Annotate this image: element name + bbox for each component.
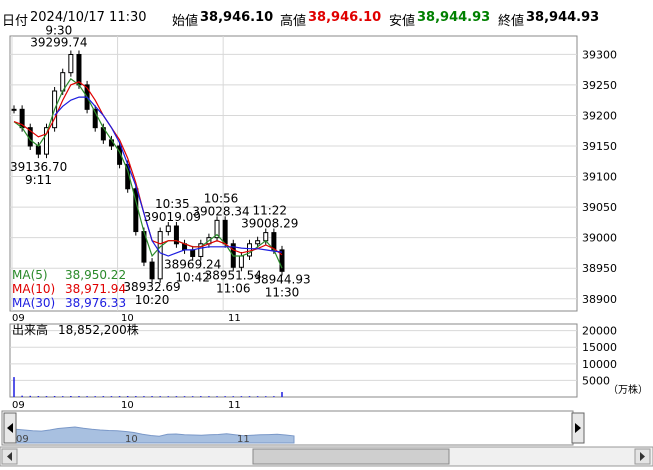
candle-body (247, 243, 253, 257)
y-tick-label: 39250 (582, 79, 617, 92)
annotation-time: 11:30 (265, 285, 300, 299)
volume-unit: （万株） (608, 383, 648, 396)
candle-body (263, 232, 269, 242)
x-tick-label: 09 (12, 400, 25, 411)
y-tick-label: 10000 (582, 358, 617, 371)
candle-body (76, 53, 82, 86)
x-tick-label: 11 (228, 400, 241, 411)
x-tick-label: 09 (16, 434, 29, 445)
candle-body (35, 145, 41, 155)
y-tick-label: 5000 (582, 374, 610, 387)
legend-value: 38,976.33 (65, 296, 126, 310)
chart-canvas: 39300 39250 39200 39150 39100 39050 39000 38950… (0, 23, 653, 467)
annotation-time: 10:35 (155, 197, 190, 211)
legend-value: 38,950.22 (65, 268, 126, 282)
annotation-time: 10:20 (135, 293, 170, 307)
volume-x-axis: 09 10 11 (12, 400, 241, 411)
price-y-axis: 39300 39250 39200 39150 39100 39050 39000 38950… (582, 48, 617, 305)
scroll-thumb[interactable] (252, 448, 450, 465)
y-tick-label: 39300 (582, 48, 617, 61)
legend-value: 38,971.94 (65, 282, 126, 296)
y-tick-label: 20000 (582, 325, 617, 338)
candle-body (165, 225, 171, 233)
y-tick-label: 15000 (582, 341, 617, 354)
x-tick-label: 10 (121, 400, 134, 411)
candle-body (190, 249, 196, 257)
ma-legend: MA(5) 38,950.22 MA(10) 38,971.94 MA(30) 38,97… (12, 268, 126, 310)
candle-body (222, 219, 228, 245)
volume-title: 出来高 (12, 322, 48, 337)
candle-body (238, 255, 244, 268)
annotation-time: 10:56 (204, 191, 239, 205)
y-tick-label: 39100 (582, 171, 617, 184)
x-tick-label: 10 (125, 434, 138, 445)
annotation-price: 38932.69 (123, 280, 180, 294)
y-tick-label: 39200 (582, 109, 617, 122)
annotation-price: 39136.70 (10, 160, 67, 174)
volume-y-axis: 20000 15000 10000 5000 (582, 325, 617, 388)
legend-label: MA(30) (12, 296, 55, 310)
annotation-price: 39008.29 (241, 217, 298, 231)
candle-body (149, 261, 155, 280)
candle-body (11, 108, 17, 111)
y-tick-label: 38950 (582, 262, 617, 275)
y-tick-label: 39000 (582, 232, 617, 245)
x-tick-label: 11 (228, 313, 241, 324)
y-tick-label: 39150 (582, 140, 617, 153)
candle-body (271, 232, 277, 251)
candle-body (255, 240, 261, 245)
volume-total: 18,852,200株 (58, 322, 139, 337)
annotation-time: 11:06 (216, 281, 251, 295)
annotation-price: 38944.93 (253, 272, 310, 286)
legend-label: MA(10) (12, 282, 55, 296)
annotation-price: 39299.74 (30, 35, 87, 49)
annotation-time: 11:22 (252, 204, 287, 218)
y-tick-label: 39050 (582, 201, 617, 214)
y-tick-label: 38900 (582, 293, 617, 306)
legend-label: MA(5) (12, 268, 48, 282)
candle-body (68, 53, 74, 74)
candle-body (157, 231, 163, 280)
x-tick-label: 11 (237, 434, 250, 445)
annotation-time: 9:11 (25, 173, 52, 187)
